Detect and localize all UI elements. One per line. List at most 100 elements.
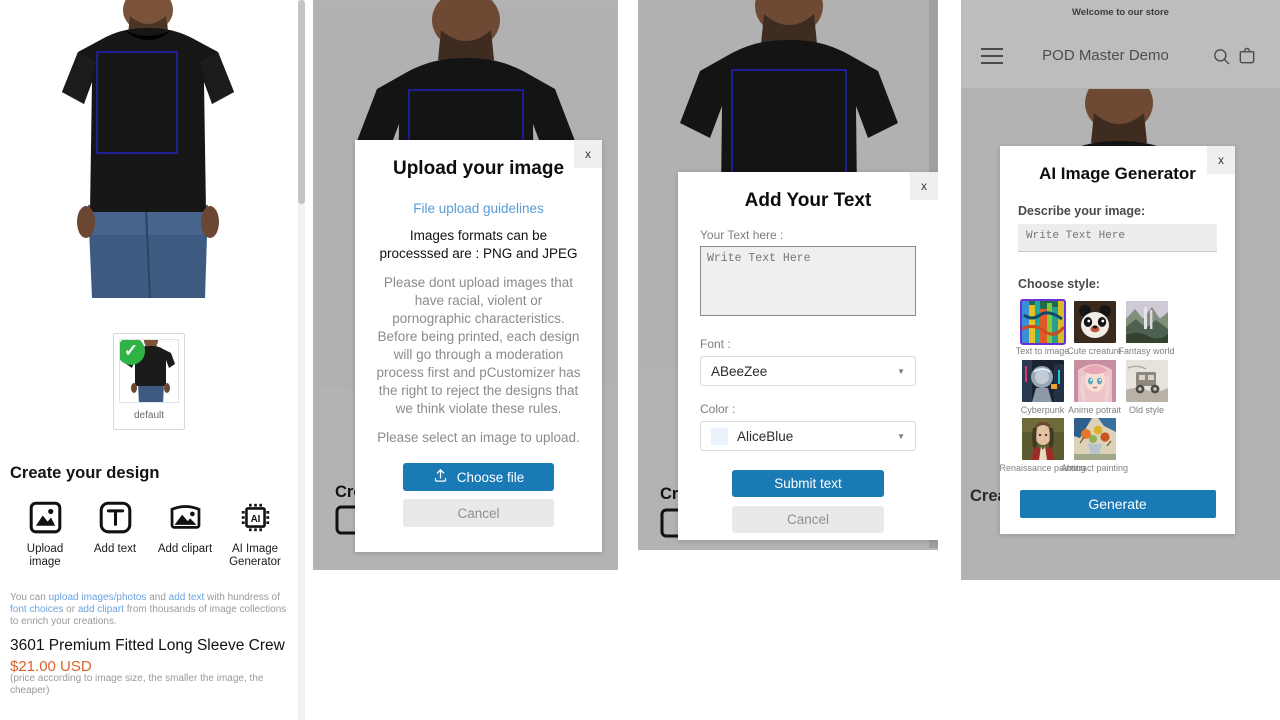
ai-modal-title: AI Image Generator [1039, 164, 1196, 183]
chevron-down-icon: ▼ [897, 431, 905, 441]
close-icon[interactable]: x [574, 140, 602, 168]
upload-select-prompt: Please select an image to upload. [377, 429, 580, 445]
tool-ai-image-generator[interactable]: AI AI Image Generator [220, 497, 290, 569]
choose-file-button[interactable]: Choose file [403, 463, 554, 492]
text-cancel-button[interactable]: Cancel [732, 506, 884, 533]
page-scrollbar-thumb[interactable] [298, 0, 305, 204]
close-icon[interactable]: x [910, 172, 938, 200]
tool-label: Upload image [26, 543, 64, 569]
search-icon[interactable] [1208, 47, 1234, 66]
blurb-link-font-choices[interactable]: font choices [10, 604, 63, 615]
upload-formats-text: Images formats can be processsed are : P… [379, 228, 578, 261]
style-thumb-renaissance-painting [1021, 418, 1064, 461]
upload-cancel-button[interactable]: Cancel [403, 499, 554, 528]
add-text-modal-panel: Cre x Add Your Text Your Text here : Fon… [638, 0, 938, 550]
submit-text-button[interactable]: Submit text [732, 470, 884, 497]
font-select[interactable]: ABeeZee ▼ [700, 356, 916, 386]
ai-chip-icon: AI [235, 497, 275, 537]
svg-text:AI: AI [250, 513, 260, 524]
ai-prompt-input[interactable] [1018, 224, 1217, 252]
image-upload-icon [25, 497, 65, 537]
style-option-old-style[interactable]: Old style [1122, 359, 1171, 416]
color-swatch [711, 427, 728, 445]
style-label: Cyberpunk [1020, 404, 1065, 415]
text-input[interactable] [700, 246, 916, 316]
blurb-link-add-text[interactable]: add text [169, 592, 205, 603]
variant-thumbnail[interactable]: ✓ default [113, 333, 185, 430]
blurb-text: with hundress of [204, 592, 280, 603]
upload-your-image-modal: x Upload your image File upload guidelin… [355, 140, 602, 552]
chevron-down-icon: ▼ [897, 366, 905, 376]
store-brand-title[interactable]: POD Master Demo [1003, 47, 1208, 66]
style-thumb-fantasy-world [1125, 301, 1168, 343]
tool-add-clipart[interactable]: Add clipart [150, 497, 220, 569]
style-label: Abstract painting [1060, 463, 1129, 474]
style-label: Text to image [1015, 346, 1070, 356]
screenshot-root: ✓ default Create your design Upload imag… [0, 0, 1280, 720]
ai-image-generator-modal: x AI Image Generator Describe your image… [999, 146, 1235, 534]
upload-rules-text: Please dont upload images that have raci… [376, 274, 581, 416]
style-option-text-to-image[interactable]: Text to image [1015, 299, 1070, 357]
choose-style-label: Choose style: [1018, 277, 1100, 291]
style-thumb-anime-potrait [1073, 359, 1116, 402]
blurb-link-upload[interactable]: upload images/photos [49, 592, 147, 603]
hamburger-menu-icon[interactable] [981, 48, 1003, 64]
tool-upload-image[interactable]: Upload image [10, 497, 80, 569]
tool-label: Add text [93, 543, 137, 555]
style-thumb-cyberpunk [1021, 359, 1064, 402]
upload-arrow-icon [433, 468, 448, 486]
generate-button[interactable]: Generate [1019, 489, 1216, 518]
shopping-bag-icon[interactable] [1234, 46, 1260, 66]
style-thumb-cute-creature [1073, 301, 1116, 343]
blurb-text: or [63, 604, 78, 616]
variant-thumbnail-label: default [133, 410, 165, 421]
clipart-icon [165, 497, 205, 537]
style-label: Anime potrait [1067, 404, 1122, 415]
style-option-renaissance-painting[interactable]: Renaissance painting [999, 418, 1086, 474]
font-label: Font : [700, 337, 731, 351]
style-label: Fantasy world [1118, 346, 1175, 356]
style-thumb-text-to-image [1019, 299, 1066, 345]
blurb-link-add-clipart[interactable]: add clipart [78, 604, 124, 615]
blurb-text: and [146, 592, 169, 603]
product-price-note: (price according to image size, the smal… [10, 673, 264, 697]
style-option-cute-creature[interactable]: Cute creature [1067, 301, 1122, 357]
text-modal-title: Add Your Text [744, 190, 872, 211]
file-upload-guidelines-link[interactable]: File upload guidelines [375, 201, 582, 216]
color-label: Color : [700, 402, 736, 416]
style-option-anime-potrait[interactable]: Anime potrait [1067, 359, 1122, 416]
storefront-header: POD Master Demo [961, 24, 1280, 89]
upload-modal-title: Upload your image [392, 158, 565, 179]
text-box-icon [95, 497, 135, 537]
design-tools-row: Upload image Add text Add clipart AI AI … [10, 497, 290, 569]
describe-your-image-label: Describe your image: [1018, 204, 1146, 218]
variant-thumbnail-image: ✓ [119, 339, 179, 403]
tool-label: Add clipart [157, 543, 213, 555]
shirt-mockup-svg [0, 0, 297, 299]
tool-label: AI Image Generator [229, 543, 281, 569]
style-grid: Text to image Cute creature Fantasy worl… [999, 299, 1217, 474]
create-your-design-heading: Create your design [10, 464, 160, 482]
ai-generator-panel: Welcome to our store POD Master Demo Cre… [961, 0, 1280, 580]
blurb-text: You can [10, 592, 49, 603]
upload-modal-panel: Cre x Upload your image File upload guid… [313, 0, 618, 570]
product-page-panel: ✓ default Create your design Upload imag… [0, 0, 305, 720]
design-blurb: You can upload images/photos and add tex… [10, 592, 295, 629]
style-option-cyberpunk[interactable]: Cyberpunk [1018, 359, 1067, 416]
your-text-here-label: Your Text here : [700, 228, 784, 242]
style-option-abstract-painting[interactable]: Abstract painting [1061, 418, 1128, 474]
announcement-bar: Welcome to our store [961, 0, 1280, 24]
style-label: Cute creature [1067, 346, 1122, 356]
font-value: ABeeZee [711, 363, 768, 379]
product-title: 3601 Premium Fitted Long Sleeve Crew [10, 637, 285, 654]
tool-add-text[interactable]: Add text [80, 497, 150, 569]
choose-file-label: Choose file [456, 469, 525, 485]
style-label: Old style [1128, 404, 1164, 415]
close-icon[interactable]: x [1207, 146, 1235, 174]
style-thumb-abstract-painting [1073, 418, 1116, 461]
product-hero-image [0, 0, 297, 299]
add-your-text-modal: x Add Your Text Your Text here : Font : … [678, 172, 938, 540]
color-select[interactable]: AliceBlue ▼ [700, 421, 916, 451]
style-thumb-old-style [1125, 359, 1168, 402]
style-option-fantasy-world[interactable]: Fantasy world [1118, 301, 1175, 357]
